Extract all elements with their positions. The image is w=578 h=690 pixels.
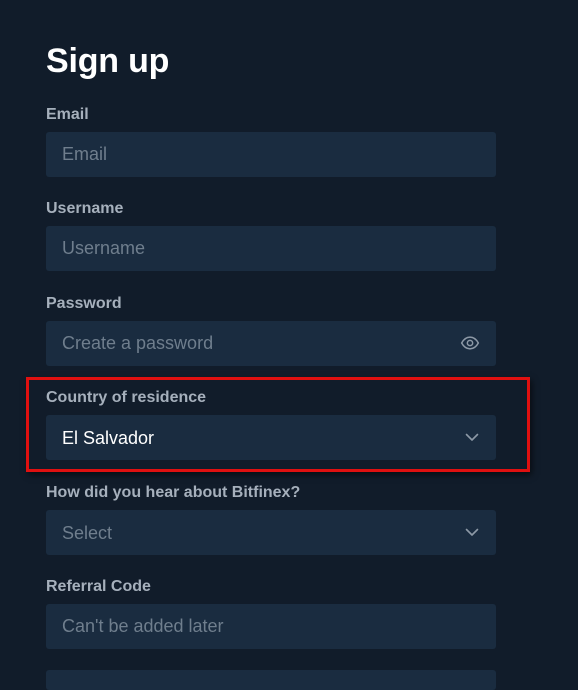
next-field-partial [46, 670, 496, 690]
heard-about-label: How did you hear about Bitfinex? [46, 484, 301, 501]
signup-panel: Sign up Email Username Password Country … [0, 0, 578, 690]
country-select[interactable]: El Salvador [46, 415, 496, 460]
email-field-container [46, 132, 496, 177]
heard-about-select[interactable]: Select [46, 510, 496, 555]
password-label: Password [46, 295, 122, 312]
chevron-down-icon [465, 433, 479, 441]
password-field-container [46, 321, 496, 366]
password-field[interactable] [46, 321, 496, 366]
chevron-down-icon [465, 528, 479, 536]
page-title: Sign up [46, 42, 170, 80]
username-label: Username [46, 200, 124, 217]
country-label: Country of residence [46, 389, 207, 406]
username-field[interactable] [46, 226, 496, 271]
referral-label: Referral Code [46, 578, 151, 595]
email-field[interactable] [46, 132, 496, 177]
email-label: Email [46, 106, 89, 123]
heard-about-placeholder: Select [62, 523, 113, 543]
referral-field[interactable] [46, 604, 496, 649]
referral-field-container [46, 604, 496, 649]
country-selected-value: El Salvador [62, 428, 155, 448]
username-field-container [46, 226, 496, 271]
eye-icon[interactable] [460, 333, 480, 353]
